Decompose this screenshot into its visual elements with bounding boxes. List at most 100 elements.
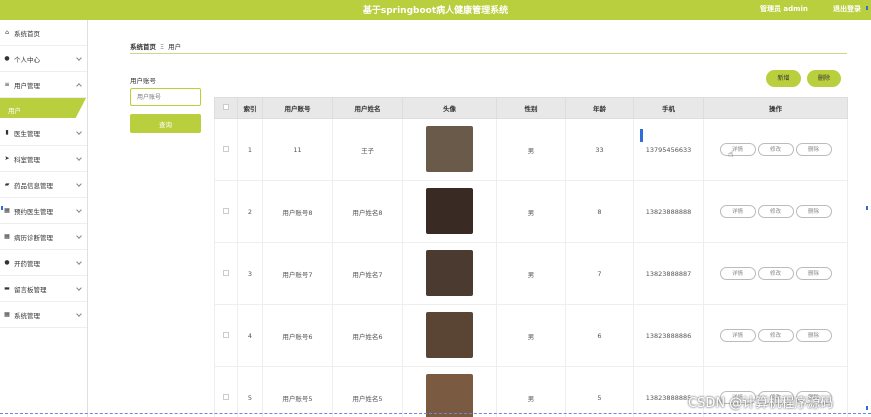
cell-name: 用户姓名5 [332, 366, 403, 417]
avatar [426, 311, 473, 358]
sidebar-item-department-management[interactable]: ➤ 科室管理 [0, 146, 87, 172]
chevron-down-icon [76, 233, 82, 239]
edit-button[interactable]: 修改 [757, 205, 794, 218]
select-all-checkbox[interactable] [223, 104, 229, 110]
table-header-row: 索引 用户账号 用户姓名 头像 性别 年龄 手机 操作 [214, 97, 848, 119]
cell-age: 33 [565, 118, 634, 181]
cell-account: 用户账号6 [262, 304, 333, 367]
sidebar-item-drug-management[interactable]: ▰ 药品信息管理 [0, 172, 87, 198]
cell-actions: 详情 修改 删除 [703, 242, 848, 305]
list-icon: ≡ [4, 80, 10, 88]
detail-button[interactable]: 详情 [719, 143, 756, 156]
avatar [426, 249, 473, 296]
search-button[interactable]: 查询 [130, 114, 201, 133]
row-select-cell[interactable] [214, 242, 238, 305]
cell-gender: 男 [496, 242, 566, 305]
sidebar-item-user-management[interactable]: ≡ 用户管理 [0, 72, 87, 98]
sidebar-item-label: 开药管理 [14, 259, 40, 268]
user-table: 索引 用户账号 用户姓名 头像 性别 年龄 手机 操作 1 11 王子 男 33… [214, 97, 848, 417]
row-checkbox[interactable] [223, 269, 229, 276]
sidebar-item-label: 药品信息管理 [14, 181, 53, 190]
cell-age: 8 [565, 180, 634, 243]
sidebar: ⌂ 系统首页 ● 个人中心 ≡ 用户管理 用户 ▮ 医生管理 ➤ 科室管理 ▰ … [0, 20, 88, 417]
sidebar-item-message-board[interactable]: ▬ 留言板管理 [0, 276, 87, 302]
row-select-cell[interactable] [214, 366, 238, 417]
doc-icon: ▮ [5, 128, 9, 136]
chevron-down-icon [76, 155, 82, 161]
resize-handle[interactable] [1, 206, 3, 210]
resize-handle[interactable] [866, 206, 868, 210]
chevron-down-icon [76, 55, 82, 61]
column-header: 年龄 [565, 97, 634, 119]
sidebar-item-prescription-management[interactable]: ● 开药管理 [0, 250, 87, 276]
delete-button[interactable]: 删除 [807, 70, 841, 87]
cell-avatar [402, 180, 497, 243]
edit-button[interactable]: 修改 [757, 329, 794, 342]
account-search-input[interactable] [130, 88, 201, 106]
sidebar-item-diagnosis-management[interactable]: ▦ 病历诊断管理 [0, 224, 87, 250]
sidebar-item-label: 系统管理 [14, 311, 40, 320]
sidebar-item-home[interactable]: ⌂ 系统首页 [0, 20, 87, 46]
row-delete-button[interactable]: 删除 [795, 329, 832, 342]
logout-link[interactable]: 退出登录 [833, 4, 861, 14]
cell-avatar [402, 118, 497, 181]
cell-age: 6 [565, 304, 634, 367]
cell-phone: 13795456633 [633, 118, 704, 181]
sidebar-subitem-label: 用户 [8, 107, 21, 115]
resize-handle[interactable] [866, 6, 868, 10]
avatar [426, 373, 473, 417]
top-header: 基于springboot病人健康管理系统 管理员 admin 退出登录 [0, 0, 871, 20]
sidebar-item-appointment-management[interactable]: ▦ 预约医生管理 [0, 198, 87, 224]
edit-button[interactable]: 修改 [757, 143, 794, 156]
avatar [426, 187, 473, 234]
sidebar-item-personal-center[interactable]: ● 个人中心 [0, 46, 87, 72]
column-header: 用户账号 [262, 97, 333, 119]
chevron-down-icon [76, 129, 82, 135]
app-title: 基于springboot病人健康管理系统 [362, 6, 509, 16]
select-all-cell[interactable] [214, 97, 238, 119]
row-checkbox[interactable] [223, 393, 229, 400]
chevron-down-icon [76, 259, 82, 265]
row-delete-button[interactable]: 删除 [795, 267, 832, 280]
table-row: 2 用户账号8 用户姓名8 男 8 13823888888 详情 修改 删除 [214, 180, 848, 243]
column-header: 用户姓名 [332, 97, 403, 119]
current-user-label: 管理员 admin [760, 5, 808, 13]
text-cursor [640, 129, 643, 142]
detail-button[interactable]: 详情 [719, 329, 756, 342]
row-checkbox[interactable] [223, 331, 229, 338]
resize-handle[interactable] [866, 406, 868, 410]
detail-button[interactable]: 详情 [719, 205, 756, 218]
chevron-up-icon [76, 83, 82, 89]
cell-name: 用户姓名7 [332, 242, 403, 305]
row-select-cell[interactable] [214, 118, 238, 181]
column-header: 手机 [633, 97, 704, 119]
row-checkbox[interactable] [223, 207, 229, 214]
sidebar-item-label: 系统首页 [14, 29, 40, 38]
sidebar-item-label: 留言板管理 [14, 285, 47, 294]
breadcrumb-home[interactable]: 系统首页 [130, 43, 156, 51]
row-select-cell[interactable] [214, 304, 238, 367]
row-delete-button[interactable]: 删除 [795, 205, 832, 218]
column-header: 索引 [237, 97, 263, 119]
sidebar-subitem-user[interactable]: 用户 [0, 98, 87, 120]
watermark: CSDN @计算机程序源码 [688, 396, 834, 411]
edit-button[interactable]: 修改 [757, 267, 794, 280]
row-checkbox[interactable] [223, 145, 229, 152]
column-header: 头像 [402, 97, 497, 119]
cell-account: 用户账号8 [262, 180, 333, 243]
row-delete-button[interactable]: 删除 [795, 143, 832, 156]
user-icon: ● [4, 258, 10, 266]
sidebar-item-doctor-management[interactable]: ▮ 医生管理 [0, 120, 87, 146]
sidebar-item-label: 预约医生管理 [14, 207, 53, 216]
cell-avatar [402, 304, 497, 367]
add-button[interactable]: 新增 [766, 70, 801, 87]
row-select-cell[interactable] [214, 180, 238, 243]
sidebar-item-system-management[interactable]: ▦ 系统管理 [0, 302, 87, 328]
detail-button[interactable]: 详情 [719, 267, 756, 280]
cell-age: 7 [565, 242, 634, 305]
sidebar-item-label: 医生管理 [14, 129, 40, 138]
person-icon: ● [4, 54, 10, 62]
table-row: 3 用户账号7 用户姓名7 男 7 13823888887 详情 修改 删除 [214, 242, 848, 305]
cell-index: 3 [237, 242, 263, 305]
breadcrumb: 系统首页 Ξ 用户 [130, 41, 181, 51]
